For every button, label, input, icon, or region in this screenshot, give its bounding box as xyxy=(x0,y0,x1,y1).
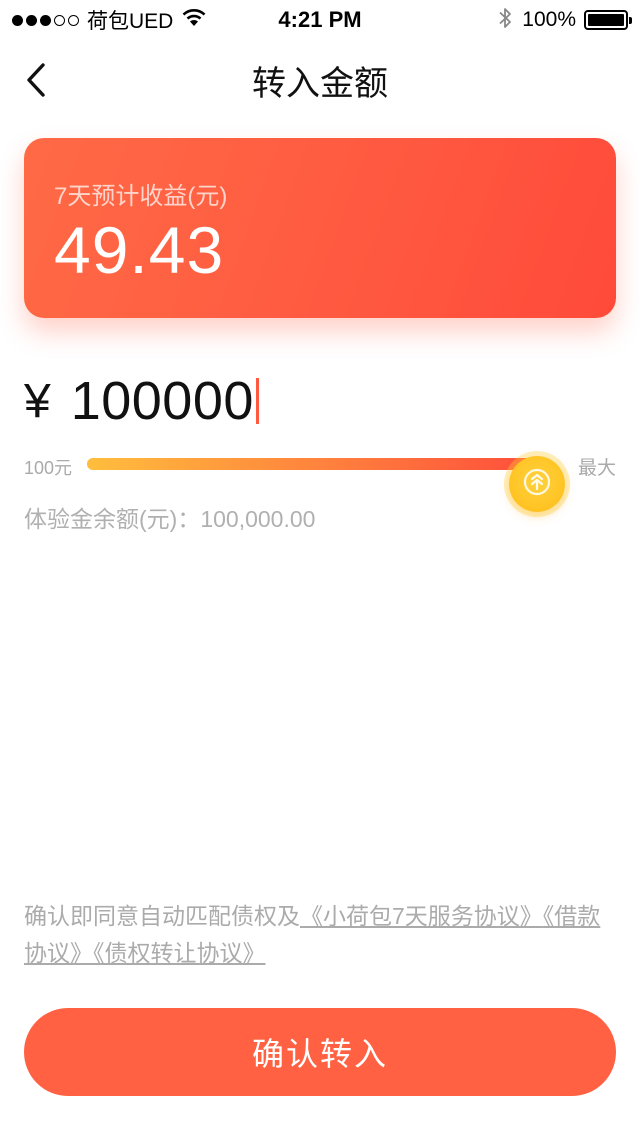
status-bar: 荷包UED 4:21 PM 100% xyxy=(0,0,640,40)
currency-symbol: ¥ xyxy=(24,374,51,428)
battery-tip xyxy=(629,17,632,24)
amount-input-row[interactable]: ¥ 100000 xyxy=(24,366,259,436)
earnings-value: 49.43 xyxy=(54,213,225,287)
coin-icon xyxy=(522,467,552,502)
expected-earnings-card: 7天预计收益(元) 49.43 xyxy=(24,138,616,318)
agreement-text: 确认即同意自动匹配债权及《小荷包7天服务协议》《借款协议》《债权转让协议》 xyxy=(24,898,618,972)
service-agreement-link[interactable]: 《小荷包7天服务协议》 xyxy=(300,903,543,929)
debt-transfer-agreement-link[interactable]: 《债权转让协议》 xyxy=(93,940,266,966)
amount-input[interactable]: 100000 xyxy=(71,370,254,432)
slider-min-label: 100元 xyxy=(24,458,73,478)
bluetooth-icon xyxy=(498,6,512,35)
slider-thumb[interactable] xyxy=(509,456,565,512)
confirm-transfer-button[interactable]: 确认转入 xyxy=(24,1008,616,1096)
balance-label: 体验金余额(元)： xyxy=(24,506,201,532)
slider-fill xyxy=(87,458,537,470)
battery-fill xyxy=(588,14,624,26)
page-title: 转入金额 xyxy=(252,65,388,103)
amount-slider[interactable]: 100元 最大 xyxy=(24,438,616,512)
battery-percentage: 100% xyxy=(522,8,576,31)
navigation-bar: 转入金额 xyxy=(0,40,640,128)
battery-icon xyxy=(584,10,632,30)
slider-max-label[interactable]: 最大 xyxy=(578,453,616,480)
slider-track[interactable] xyxy=(87,456,565,512)
agreement-prefix: 确认即同意自动匹配债权及 xyxy=(24,903,300,929)
text-caret xyxy=(255,378,259,424)
balance-value: 100,000.00 xyxy=(200,506,316,532)
status-bar-right: 100% xyxy=(498,6,632,35)
earnings-label: 7天预计收益(元) xyxy=(54,183,228,210)
trial-balance: 体验金余额(元)：100,000.00 xyxy=(24,500,315,534)
